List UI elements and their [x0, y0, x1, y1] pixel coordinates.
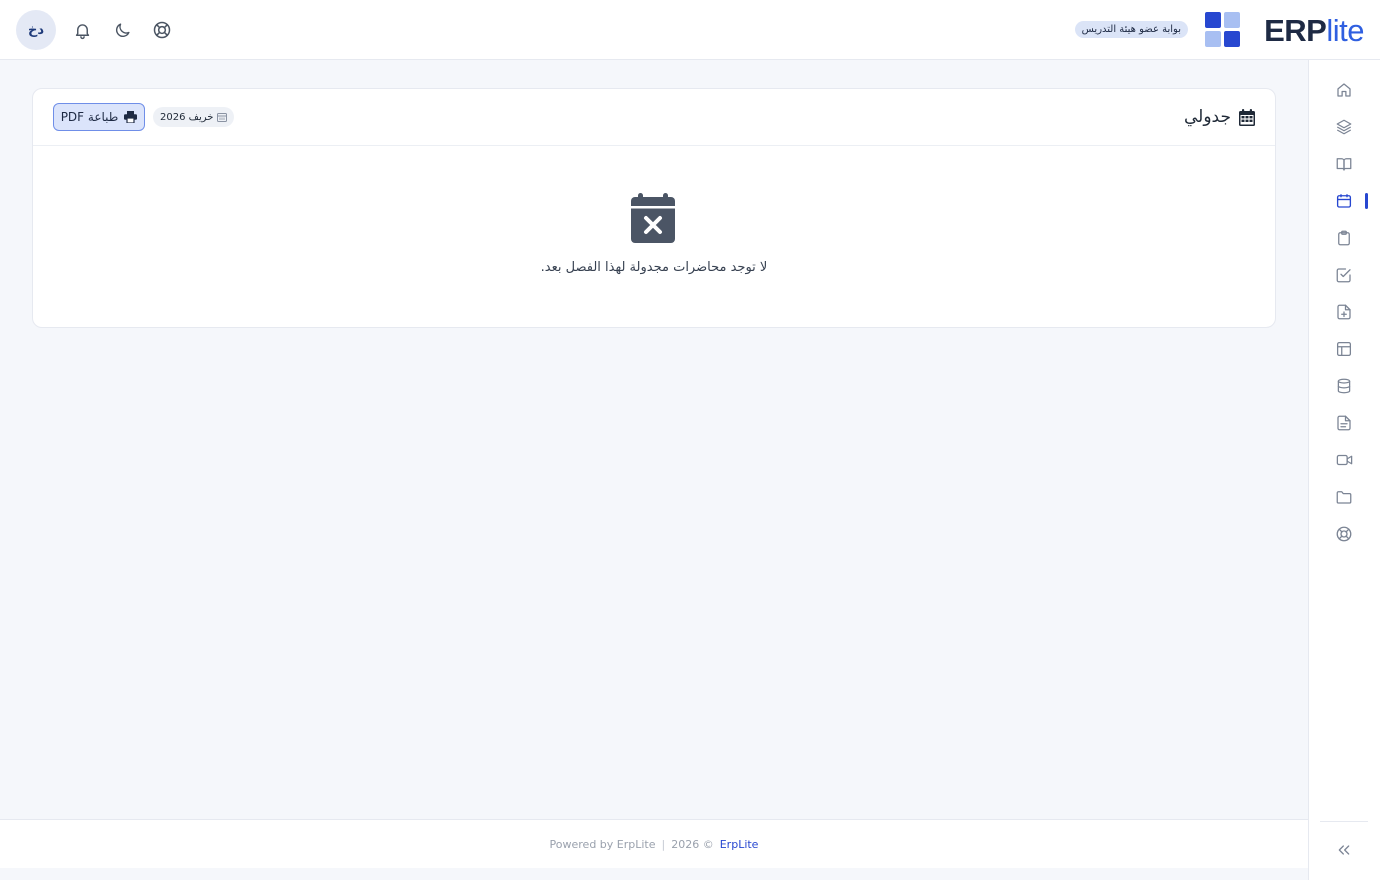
calendar-small-icon: [217, 112, 228, 122]
printer-icon: [124, 111, 138, 123]
folder-icon: [1335, 488, 1353, 506]
page-title: جدولي: [1184, 105, 1255, 129]
moon-icon: [113, 21, 132, 40]
sidebar-item-layout[interactable]: [1332, 337, 1356, 361]
clipboard-icon: [1335, 229, 1353, 247]
sidebar-item-reports[interactable]: [1332, 411, 1356, 435]
support-icon: [1335, 525, 1353, 543]
active-indicator: [1365, 193, 1368, 209]
sidebar-item-home[interactable]: [1332, 78, 1356, 102]
bell-icon: [73, 21, 92, 40]
calendar-x-icon: [631, 193, 675, 243]
sidebar-collapse-button[interactable]: [1332, 838, 1356, 862]
calendar-grid-icon: [1239, 108, 1255, 126]
sidebar-item-database[interactable]: [1332, 374, 1356, 398]
sidebar-item-attendance[interactable]: [1332, 263, 1356, 287]
sidebar-item-video[interactable]: [1332, 448, 1356, 472]
sidebar-item-new-file[interactable]: [1332, 300, 1356, 324]
layers-icon: [1335, 118, 1353, 136]
video-icon: [1335, 451, 1354, 469]
footer-separator: |: [661, 837, 666, 851]
database-icon: [1335, 377, 1353, 395]
print-button-label: طباعة PDF: [60, 110, 119, 124]
brand-link[interactable]: ErpLite: [720, 838, 759, 851]
term-badge-label: خريف 2026: [160, 111, 214, 123]
page-title-text: جدولي: [1184, 107, 1231, 127]
copyright-text: 2026 ©: [671, 837, 714, 851]
support-icon: [152, 20, 172, 40]
schedule-card: جدولي خريف 2026 طباعة PDF لا توجد محاضرا…: [32, 88, 1276, 328]
portal-badge: بوابة عضو هيئة التدريس: [1074, 21, 1188, 38]
layout-icon: [1335, 340, 1353, 358]
empty-state-message: لا توجد محاضرات مجدولة لهذا الفصل بعد.: [540, 260, 768, 275]
sidebar-divider: [1320, 821, 1368, 822]
sidebar-item-assignments[interactable]: [1332, 226, 1356, 250]
notifications-button[interactable]: [66, 14, 98, 46]
support-button[interactable]: [146, 14, 178, 46]
print-pdf-button[interactable]: طباعة PDF: [53, 103, 145, 131]
sidebar-item-schedule[interactable]: [1332, 189, 1356, 213]
book-icon: [1335, 155, 1353, 173]
footer: Powered by ErpLite | 2026 © ErpLite: [0, 819, 1308, 868]
sidebar-item-files[interactable]: [1332, 485, 1356, 509]
sidebar: [1308, 60, 1380, 880]
logo-lite-text: lite: [1326, 13, 1364, 48]
sidebar-item-support[interactable]: [1332, 522, 1356, 546]
top-header: ERPlite بوابة عضو هيئة التدريس دخ: [0, 0, 1380, 60]
calendar-icon: [1335, 192, 1353, 210]
chevrons-left-icon: [1336, 842, 1352, 858]
logo-erp-text: ERP: [1264, 13, 1327, 48]
powered-by-text: Powered by ErpLite: [549, 837, 656, 851]
file-plus-icon: [1335, 303, 1353, 321]
file-text-icon: [1335, 414, 1353, 432]
theme-toggle-button[interactable]: [106, 14, 138, 46]
check-square-icon: [1335, 266, 1353, 284]
card-header: جدولي خريف 2026 طباعة PDF: [33, 89, 1275, 146]
term-badge[interactable]: خريف 2026: [153, 107, 235, 127]
sidebar-item-layers[interactable]: [1332, 115, 1356, 139]
erplite-logo[interactable]: ERPlite: [1264, 15, 1364, 47]
app-grid-logo-icon: [1205, 12, 1241, 48]
user-avatar[interactable]: دخ: [16, 10, 56, 50]
sidebar-item-courses[interactable]: [1332, 152, 1356, 176]
home-icon: [1335, 81, 1353, 99]
